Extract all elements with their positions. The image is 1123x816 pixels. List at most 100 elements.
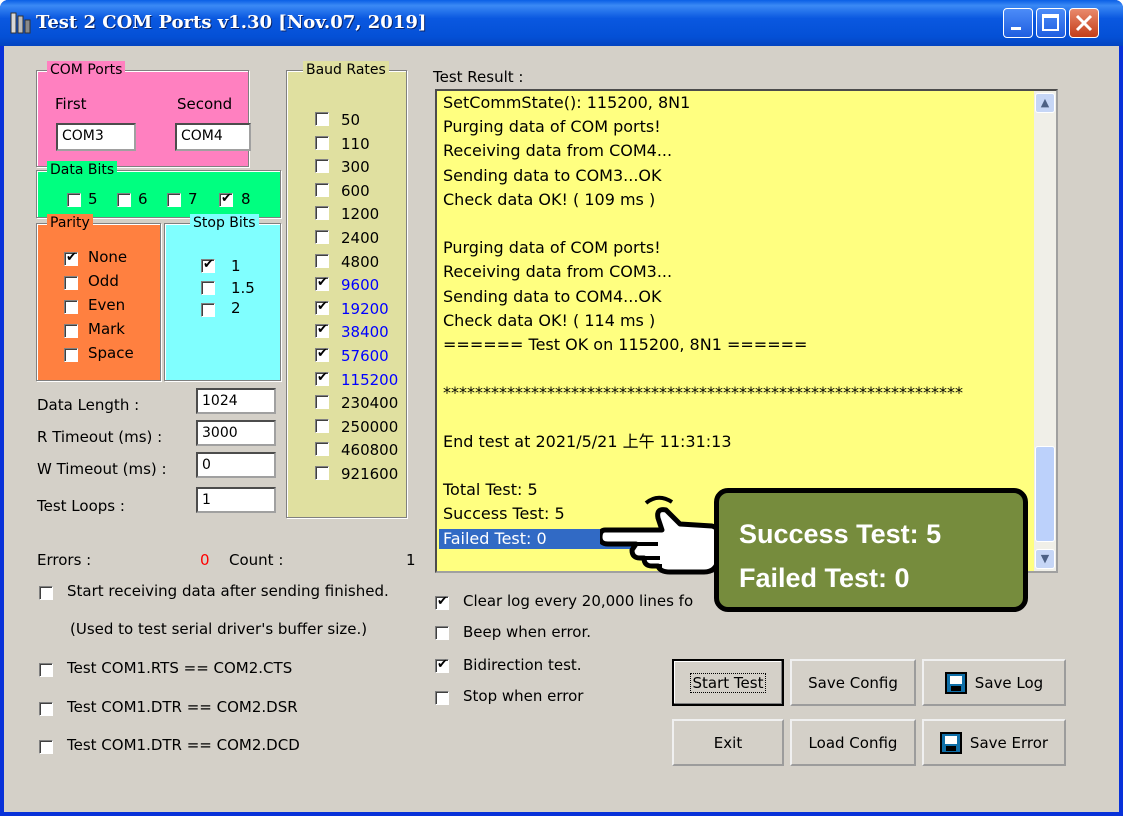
load-config-button[interactable]: Load Config xyxy=(790,719,916,766)
callout-success-text: Success Test: 5 xyxy=(739,519,942,549)
baud-38400-checkbox[interactable] xyxy=(315,322,329,339)
baud-4800-checkbox[interactable] xyxy=(315,253,329,268)
maximize-button[interactable] xyxy=(1036,8,1066,38)
parity-label: Parity xyxy=(47,214,93,232)
scroll-down-icon[interactable]: ▼ xyxy=(1035,549,1055,569)
stop-bits-2-checkbox[interactable] xyxy=(201,303,215,317)
w-timeout-input[interactable]: 0 xyxy=(196,452,276,478)
second-port-input[interactable]: COM4 xyxy=(175,123,251,151)
save-log-label: Save Log xyxy=(974,673,1044,692)
save-error-button[interactable]: Save Error xyxy=(922,719,1066,766)
data-bits-8-label: 8 xyxy=(241,190,251,208)
clear-log-label: Clear log every 20,000 lines fo xyxy=(463,592,694,610)
client-area: COM Ports First Second COM3 COM4 Data Bi… xyxy=(4,46,1119,812)
scroll-thumb[interactable] xyxy=(1035,446,1055,542)
rts-cts-checkbox[interactable] xyxy=(39,663,53,677)
dtr-dsr-label: Test COM1.DTR == COM2.DSR xyxy=(67,698,298,716)
parity-none-checkbox[interactable] xyxy=(64,250,78,266)
baud-300-label: 300 xyxy=(341,158,370,177)
data-bits-group: Data Bits 5 6 7 8 xyxy=(36,161,281,218)
result-callout: Success Test: 5 Failed Test: 0 xyxy=(714,488,1028,612)
save-config-button[interactable]: Save Config xyxy=(790,659,916,706)
baud-1200-label: 1200 xyxy=(341,205,380,224)
baud-9600-checkbox[interactable] xyxy=(315,275,329,292)
parity-odd-checkbox[interactable] xyxy=(64,276,78,290)
log-line: ****************************************… xyxy=(443,383,963,403)
test-loops-input[interactable]: 1 xyxy=(196,487,276,513)
baud-57600-label: 57600 xyxy=(341,347,389,365)
baud-57600-checkbox[interactable] xyxy=(315,346,329,362)
baud-19200-checkbox[interactable] xyxy=(315,299,329,315)
baud-115200-checkbox[interactable] xyxy=(315,370,329,386)
parity-space-checkbox[interactable] xyxy=(64,348,78,362)
baud-250000-checkbox[interactable] xyxy=(315,418,329,433)
count-label: Count : xyxy=(229,551,284,569)
save-log-button[interactable]: Save Log xyxy=(922,659,1066,706)
com-ports-label: COM Ports xyxy=(47,61,126,79)
baud-460800-checkbox[interactable] xyxy=(315,442,329,457)
start-receiving-checkbox[interactable] xyxy=(39,586,53,600)
start-test-button[interactable]: Start Test xyxy=(672,659,784,706)
baud-2400-label: 2400 xyxy=(341,229,380,247)
pointing-hand-icon xyxy=(600,495,721,575)
stop-bits-1-5-checkbox[interactable] xyxy=(201,281,215,295)
baud-250000-label: 250000 xyxy=(341,417,399,436)
test-result-label: Test Result : xyxy=(433,68,524,86)
data-length-input[interactable]: 1024 xyxy=(196,388,276,414)
data-bits-8-checkbox[interactable] xyxy=(219,191,233,207)
load-config-label: Load Config xyxy=(808,733,898,752)
stop-bits-1-label: 1 xyxy=(231,257,241,275)
start-test-label: Start Test xyxy=(689,672,767,693)
title-bar[interactable]: Test 2 COM Ports v1.30 [Nov.07, 2019] xyxy=(0,0,1123,46)
exit-button[interactable]: Exit xyxy=(672,719,784,766)
data-bits-7-checkbox[interactable] xyxy=(167,193,181,207)
minimize-button[interactable] xyxy=(1003,8,1033,38)
stop-error-checkbox[interactable] xyxy=(435,691,449,705)
beep-label: Beep when error. xyxy=(463,623,592,641)
baud-110-checkbox[interactable] xyxy=(315,135,329,150)
data-bits-5-checkbox[interactable] xyxy=(67,193,81,207)
baud-460800-label: 460800 xyxy=(341,441,399,460)
save-error-label: Save Error xyxy=(969,733,1049,752)
baud-2400-checkbox[interactable] xyxy=(315,230,329,244)
first-port-input[interactable]: COM3 xyxy=(56,123,136,151)
bidirection-label: Bidirection test. xyxy=(463,656,582,674)
clear-log-checkbox[interactable] xyxy=(435,594,449,610)
baud-921600-checkbox[interactable] xyxy=(315,466,329,480)
errors-label: Errors : xyxy=(37,551,92,569)
data-bits-label: Data Bits xyxy=(47,161,118,179)
parity-mark-checkbox[interactable] xyxy=(64,324,78,338)
scroll-up-icon[interactable]: ▲ xyxy=(1035,93,1055,113)
parity-even-checkbox[interactable] xyxy=(64,300,78,314)
log-scrollbar[interactable]: ▲ ▼ xyxy=(1034,91,1056,571)
second-label: Second xyxy=(177,95,233,113)
stop-bits-group: Stop Bits 1 1.5 2 xyxy=(164,214,281,381)
log-line: Check data OK! ( 109 ms ) xyxy=(443,189,656,209)
beep-checkbox[interactable] xyxy=(435,626,449,640)
log-line: Sending data to COM3...OK xyxy=(443,165,662,185)
log-line: Sending data to COM4...OK xyxy=(443,286,662,306)
r-timeout-input[interactable]: 3000 xyxy=(196,420,276,446)
baud-110-label: 110 xyxy=(341,134,370,153)
data-bits-6-label: 6 xyxy=(138,190,148,208)
dtr-dcd-checkbox[interactable] xyxy=(39,740,53,754)
stop-bits-1-checkbox[interactable] xyxy=(201,257,215,273)
parity-odd-label: Odd xyxy=(88,272,119,290)
data-bits-6-checkbox[interactable] xyxy=(117,193,131,207)
baud-rates-label: Baud Rates xyxy=(303,61,389,79)
bidirection-checkbox[interactable] xyxy=(435,657,449,673)
baud-4800-label: 4800 xyxy=(341,252,380,271)
baud-1200-checkbox[interactable] xyxy=(315,206,329,221)
baud-230400-checkbox[interactable] xyxy=(315,395,329,410)
minimize-icon xyxy=(1011,27,1021,30)
baud-600-checkbox[interactable] xyxy=(315,182,329,197)
count-value: 1 xyxy=(406,551,416,569)
baud-50-checkbox[interactable] xyxy=(315,112,329,126)
log-line: SetCommState(): 115200, 8N1 xyxy=(443,93,691,112)
close-button[interactable] xyxy=(1069,8,1099,38)
stop-error-label: Stop when error xyxy=(463,687,584,705)
dtr-dsr-checkbox[interactable] xyxy=(39,702,53,716)
log-line: End test at 2021/5/21 上午 11:31:13 xyxy=(443,431,732,451)
log-line: Success Test: 5 xyxy=(443,504,565,524)
baud-300-checkbox[interactable] xyxy=(315,159,329,174)
